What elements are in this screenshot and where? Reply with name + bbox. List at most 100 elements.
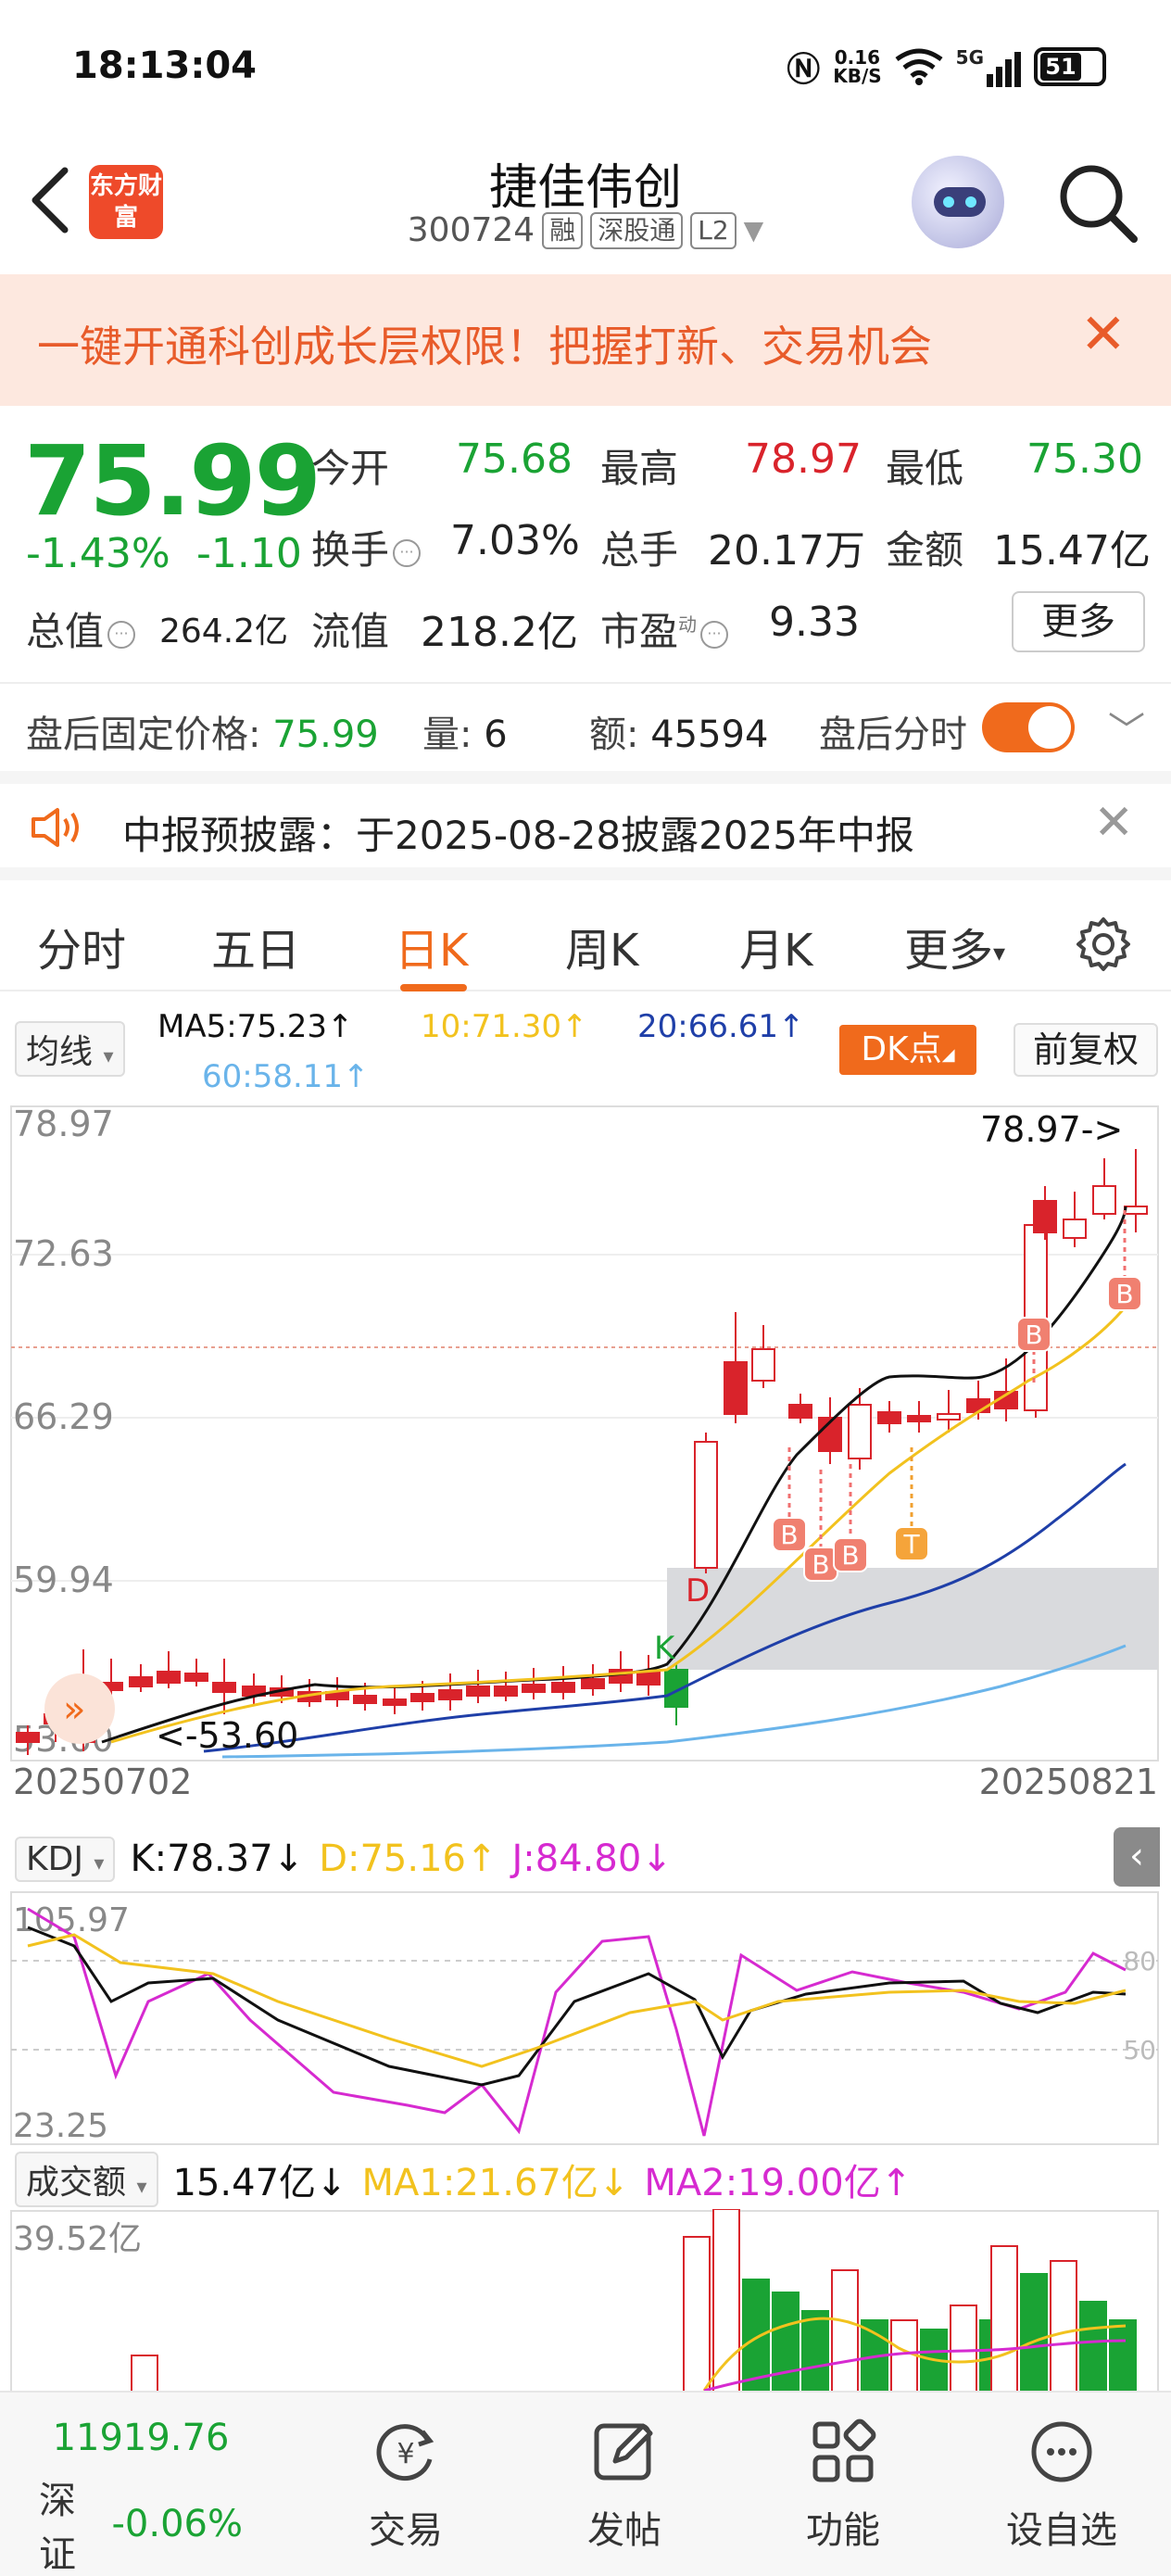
candle bbox=[724, 1361, 748, 1415]
volume-select[interactable]: 成交额 ▾ bbox=[15, 2152, 158, 2207]
collapse-panel-icon[interactable]: ‹ bbox=[1114, 1827, 1160, 1887]
tag-connect: 深股通 bbox=[590, 211, 684, 249]
volume-bar bbox=[131, 2355, 158, 2391]
kdj-d-value: D:75.16↑ bbox=[319, 1837, 497, 1880]
last-price: 75.99 bbox=[24, 424, 321, 537]
candle bbox=[383, 1698, 407, 1706]
buy-mark-label: B bbox=[1025, 1320, 1042, 1350]
nav-functions-label: 功能 bbox=[806, 2509, 880, 2552]
kdj-frame bbox=[10, 1891, 1159, 2145]
buy-mark-label: B bbox=[1115, 1279, 1133, 1309]
battery-level: 51 bbox=[1040, 53, 1081, 81]
k-mark-label: K bbox=[654, 1630, 676, 1667]
scroll-left-icon[interactable]: » bbox=[44, 1673, 115, 1744]
float-cap-label: 流值 bbox=[311, 609, 390, 654]
nav-trade[interactable]: ¥ 交易 bbox=[341, 2415, 471, 2554]
tab-more[interactable]: 更多▾ bbox=[904, 914, 1005, 979]
network-type: 5G bbox=[955, 46, 984, 69]
nav-post[interactable]: 发帖 bbox=[560, 2415, 689, 2554]
low-value: 75.30 bbox=[1026, 436, 1143, 483]
kdj-chart[interactable]: 80 50 105.97 23.25 bbox=[0, 1890, 1171, 2150]
close-icon[interactable]: ✕ bbox=[1080, 302, 1127, 367]
nav-watchlist[interactable]: 设自选 bbox=[997, 2415, 1127, 2554]
volume-chart[interactable]: 39.52亿 bbox=[0, 2209, 1171, 2391]
stock-code: 300724 bbox=[407, 211, 535, 249]
dk-point-button[interactable]: DK点◢ bbox=[839, 1025, 976, 1075]
tab-intraday[interactable]: 分时 bbox=[37, 914, 126, 979]
status-bar: 18:13:04 Ⓝ 0.16 KB/S 5G 51 bbox=[0, 0, 1171, 130]
notice-text: 中报预披露：于2025-08-28披露2025年中报 bbox=[122, 813, 914, 858]
kline-chart[interactable]: 78.97 72.63 66.29 59.94 53.60 78.97-> <-… bbox=[0, 1103, 1171, 1807]
volume-bar bbox=[683, 2236, 711, 2391]
cellular-icon: 5G bbox=[956, 46, 1021, 87]
nav-functions[interactable]: 功能 bbox=[778, 2415, 908, 2554]
market-cap-label: 总值 ··· bbox=[26, 600, 136, 657]
kdj-ref-50-label: 50 bbox=[1123, 2035, 1156, 2065]
clock: 18:13:04 bbox=[72, 44, 257, 87]
tab-five-day[interactable]: 五日 bbox=[211, 914, 300, 979]
kdj-j-value: J:84.80↓ bbox=[511, 1837, 673, 1880]
volume-bar bbox=[950, 2305, 977, 2391]
volume-bar bbox=[742, 2279, 770, 2391]
t-mark-label: T bbox=[902, 1529, 920, 1559]
chart-tabs: 分时 五日 日K 周K 月K 更多▾ bbox=[0, 891, 1171, 991]
close-notice-icon[interactable]: ✕ bbox=[1093, 795, 1134, 851]
change-value: -1.10 bbox=[196, 530, 302, 577]
wifi-icon bbox=[895, 48, 943, 85]
gear-icon[interactable] bbox=[1075, 915, 1132, 973]
candle bbox=[353, 1695, 377, 1704]
ma60-value: 60:58.11↑ bbox=[202, 1058, 370, 1095]
nfc-icon: Ⓝ bbox=[787, 51, 821, 89]
open-value: 75.68 bbox=[456, 436, 573, 483]
d-mark-label: D bbox=[686, 1572, 710, 1610]
tab-daily-k[interactable]: 日K bbox=[395, 914, 468, 979]
volume-label: 总手 bbox=[600, 527, 679, 573]
assistant-robot-icon[interactable] bbox=[912, 156, 1004, 248]
bottom-nav: 11919.76 深证 -0.06% ¥ 交易 发帖 功能 设自选 bbox=[0, 2391, 1171, 2576]
ma-legend: 均线 ▾ MA5:75.23↑ 10:71.30↑ 20:66.61↑ 60:5… bbox=[0, 995, 1171, 1106]
after-hours-price: 盘后固定价格: 75.99 bbox=[26, 713, 379, 756]
kline-y-label: 66.29 bbox=[13, 1396, 114, 1437]
kdj-ref-80-label: 80 bbox=[1123, 1946, 1156, 1976]
caret-down-icon[interactable]: ▼ bbox=[744, 215, 764, 246]
high-value: 78.97 bbox=[745, 436, 862, 483]
amount-value: 15.47亿 bbox=[993, 527, 1151, 575]
pe-label: 市盈动 ··· bbox=[600, 600, 729, 657]
promo-banner-text: 一键开通科创成长层权限！把握打新、交易机会 bbox=[37, 322, 932, 372]
candle bbox=[157, 1671, 181, 1684]
candle bbox=[636, 1671, 661, 1686]
tab-monthly-k[interactable]: 月K bbox=[739, 914, 812, 979]
index-name: 深证 bbox=[39, 2480, 76, 2576]
svg-text:¥: ¥ bbox=[397, 2438, 414, 2470]
forward-adjust-button[interactable]: 前复权 bbox=[1014, 1023, 1158, 1077]
index-widget[interactable]: 11919.76 深证 -0.06% bbox=[39, 2417, 243, 2576]
search-icon[interactable] bbox=[1056, 161, 1140, 245]
kline-y-label: 59.94 bbox=[13, 1559, 114, 1600]
indicator-select[interactable]: 均线 ▾ bbox=[15, 1021, 125, 1077]
after-hours-qty: 量: 6 bbox=[422, 713, 508, 756]
after-hours-toggle[interactable] bbox=[982, 702, 1075, 752]
candle bbox=[16, 1732, 40, 1743]
promo-banner[interactable]: 一键开通科创成长层权限！把握打新、交易机会 ✕ bbox=[0, 274, 1171, 406]
notice-bar[interactable]: 中报预披露：于2025-08-28披露2025年中报 ✕ bbox=[0, 771, 1171, 880]
more-button[interactable]: 更多 bbox=[1012, 591, 1145, 652]
candle bbox=[1092, 1185, 1116, 1215]
ma10-value: 10:71.30↑ bbox=[421, 1008, 588, 1045]
candle bbox=[788, 1404, 812, 1419]
chevron-down-icon[interactable]: ﹀ bbox=[1108, 701, 1145, 754]
buy-mark-label: B bbox=[780, 1520, 798, 1550]
stock-header: 东方财富 捷佳伟创 300724 融 深股通 L2 ▼ bbox=[0, 130, 1171, 274]
volume-bar bbox=[831, 2269, 859, 2391]
nav-watchlist-label: 设自选 bbox=[1006, 2509, 1117, 2552]
volume-bar bbox=[801, 2310, 829, 2391]
volume-bars bbox=[131, 2209, 1137, 2391]
high-label: 最高 bbox=[600, 446, 679, 491]
turnover-value: 7.03% bbox=[450, 517, 580, 564]
net-speed-value: 0.16 bbox=[834, 46, 881, 69]
pe-value: 9.33 bbox=[769, 599, 860, 646]
tab-weekly-k[interactable]: 周K bbox=[565, 914, 638, 979]
kline-y-label: 72.63 bbox=[13, 1233, 114, 1274]
volume-bar bbox=[1109, 2319, 1137, 2391]
candle bbox=[1033, 1200, 1057, 1233]
kdj-select[interactable]: KDJ ▾ bbox=[15, 1836, 116, 1882]
